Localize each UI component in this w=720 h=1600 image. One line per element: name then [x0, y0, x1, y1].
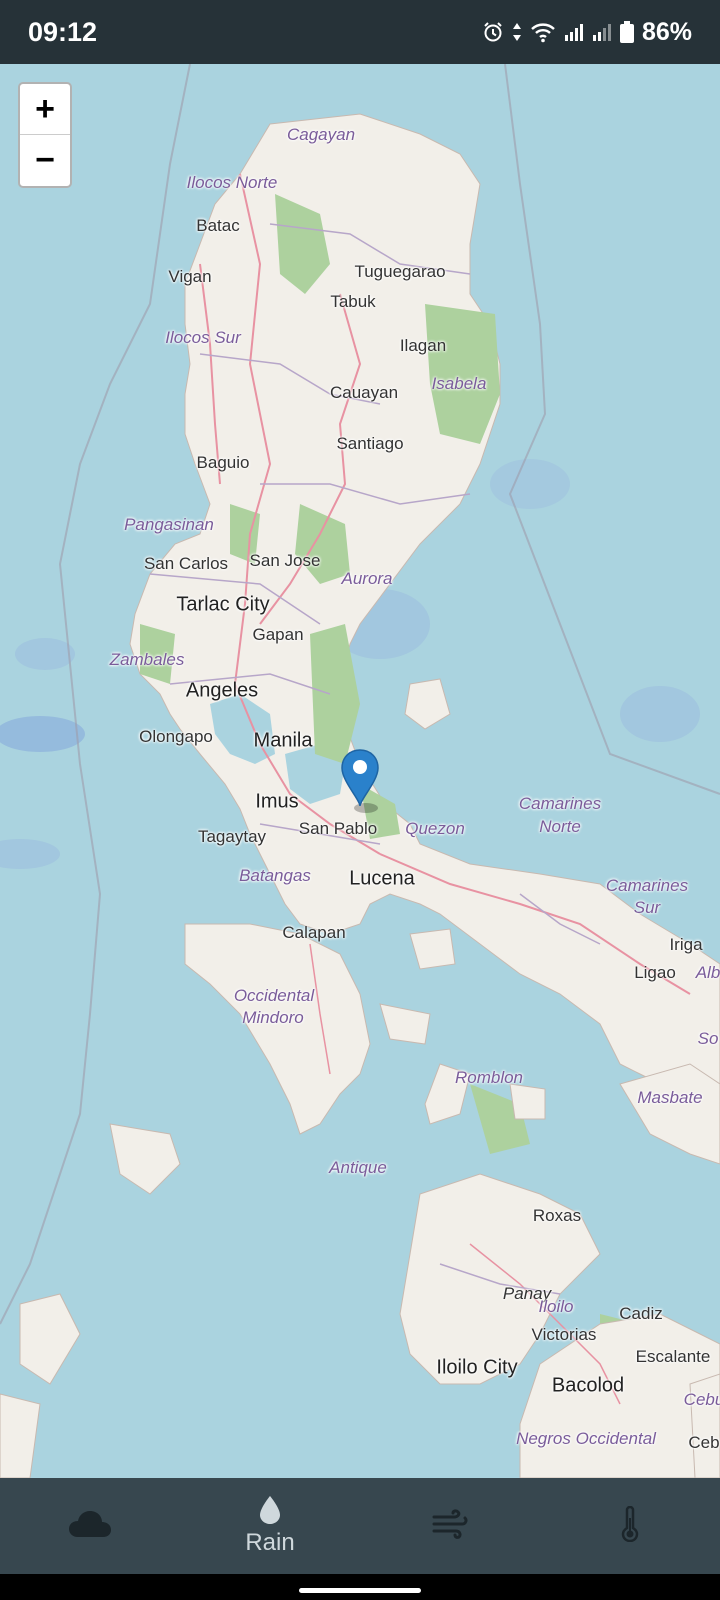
map-label-zambales: Zambales [109, 650, 185, 669]
map-label-lucena: Lucena [349, 867, 415, 890]
map-pin-icon[interactable] [340, 748, 380, 816]
data-arrows-icon [512, 21, 522, 43]
map-label-camarines-sur-line1: Camarines [605, 876, 689, 895]
map-label-victorias: Victorias [531, 1325, 597, 1344]
map-label-iloilo: Iloilo [538, 1297, 574, 1316]
map-label-batangas: Batangas [239, 866, 311, 885]
map-label-camarines-norte-line2: Norte [539, 817, 581, 836]
nav-wind[interactable] [360, 1478, 540, 1574]
map-label-alb: Alb [695, 963, 720, 982]
map-label-san-carlos: San Carlos [143, 554, 229, 573]
map-label-calapan: Calapan [282, 923, 346, 942]
map-label-tagaytay: Tagaytay [197, 827, 267, 846]
map-label-cadiz: Cadiz [619, 1304, 663, 1323]
map-label-santiago: Santiago [336, 434, 404, 453]
map-label-san-jose: San Jose [249, 551, 321, 570]
wind-icon [432, 1509, 468, 1539]
map-label-manila: Manila [253, 729, 313, 752]
map-label-iriga: Iriga [669, 935, 703, 954]
map-label-masbate: Masbate [637, 1088, 703, 1107]
map-label-isabela: Isabela [431, 374, 487, 393]
battery-icon [619, 21, 634, 43]
map-label-cagayan: Cagayan [286, 125, 356, 144]
map-label-negros-occidental: Negros Occidental [516, 1429, 656, 1448]
signal-icon [592, 22, 612, 42]
map-label-quezon: Quezon [405, 819, 465, 838]
map-label-san-pablo: San Pablo [298, 819, 378, 838]
map-label-aurora: Aurora [341, 569, 393, 588]
map-label-ilagan: Ilagan [399, 336, 447, 355]
home-gesture-bar[interactable] [299, 1588, 421, 1593]
map-label-ligao: Ligao [634, 963, 676, 982]
raindrop-icon [260, 1496, 280, 1524]
nav-rain-label: Rain [245, 1529, 295, 1556]
map-label-tarlac-city: Tarlac City [176, 593, 270, 616]
thermometer-icon [621, 1506, 639, 1542]
map-label-occidental-mindoro-line2: Mindoro [242, 1008, 304, 1027]
map-label-cauayan: Cauayan [329, 383, 399, 402]
gesture-area [0, 1574, 720, 1600]
map-label-batac: Batac [196, 216, 240, 235]
nav-temperature[interactable] [540, 1478, 720, 1574]
map-label-gapan: Gapan [252, 625, 304, 644]
map-label-so: So [697, 1029, 719, 1048]
zoom-out-button[interactable]: − [20, 135, 70, 185]
status-bar: 09:12 86% [0, 0, 720, 64]
zoom-in-button[interactable]: + [20, 84, 70, 135]
map-label-occidental-mindoro-line1: Occidental [233, 986, 315, 1005]
signal-icon [564, 22, 584, 42]
map-label-ceb: Ceb [688, 1433, 720, 1452]
nav-rain[interactable]: Rain [180, 1478, 360, 1574]
map-label-camarines-norte-line1: Camarines [518, 794, 602, 813]
status-icons: 86% [482, 18, 692, 47]
map-label-tuguegarao: Tuguegarao [354, 262, 446, 281]
map-label-tabuk: Tabuk [330, 292, 376, 311]
map-label-ilocos-norte: Ilocos Norte [186, 173, 278, 192]
map-label-iloilo-city: Iloilo City [436, 1356, 518, 1379]
alarm-icon [482, 21, 504, 43]
map-label-olongapo: Olongapo [139, 727, 213, 746]
map-label-imus: Imus [255, 790, 299, 813]
map-label-escalante: Escalante [635, 1347, 711, 1366]
map-label-romblon: Romblon [454, 1068, 524, 1087]
map-label-cebu: Cebu [683, 1390, 720, 1409]
bottom-nav: Rain [0, 1478, 720, 1574]
map-label-camarines-sur-line2: Sur [633, 898, 661, 917]
status-time: 09:12 [28, 16, 98, 47]
nav-clouds[interactable] [0, 1478, 180, 1574]
map-label-bacolod: Bacolod [551, 1374, 625, 1397]
map-label-roxas: Roxas [532, 1206, 582, 1225]
map-label-ilocos-sur: Ilocos Sur [165, 328, 241, 347]
map-label-angeles: Angeles [185, 679, 259, 702]
cloud-icon [69, 1511, 111, 1537]
wifi-icon [530, 21, 556, 43]
map-label-antique: Antique [329, 1158, 387, 1177]
zoom-control: + − [18, 82, 72, 188]
map-label-pangasinan: Pangasinan [124, 515, 214, 534]
map-label-baguio: Baguio [196, 453, 250, 472]
map-label-vigan: Vigan [168, 267, 212, 286]
battery-percent: 86% [641, 17, 692, 46]
